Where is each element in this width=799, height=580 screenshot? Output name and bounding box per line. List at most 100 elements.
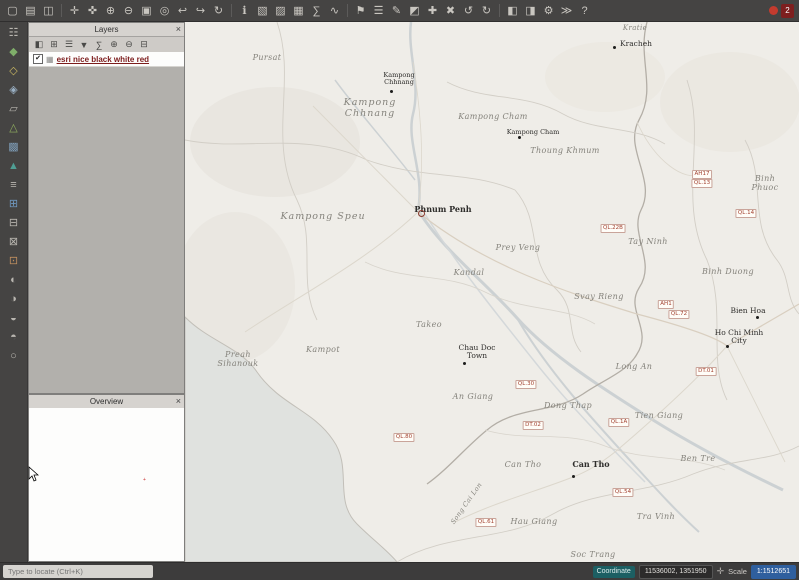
messages-badge[interactable]: 2: [781, 4, 794, 18]
extent-icon[interactable]: ✛: [717, 566, 725, 577]
coordinate-value[interactable]: 11536002, 1351950: [639, 565, 713, 579]
add-feature-icon[interactable]: ✚: [425, 2, 440, 20]
python-console-icon[interactable]: ≫: [559, 2, 574, 20]
filter-expression-icon[interactable]: ∑: [93, 40, 105, 50]
filter-legend-icon[interactable]: ▼: [78, 40, 90, 50]
overview-map[interactable]: [29, 408, 184, 561]
add-raster-layer-icon[interactable]: ▩: [5, 139, 23, 156]
new-spatialite-layer-icon[interactable]: ◈: [5, 82, 23, 99]
road-shield-label: DT.02: [523, 421, 544, 430]
zoom-full-icon[interactable]: ▣: [139, 2, 154, 20]
road-shield-label: QL.1A: [608, 418, 629, 427]
road-shield-label: DT.01: [696, 367, 717, 376]
add-delimited-text-icon[interactable]: ≡: [5, 177, 23, 194]
delete-selected-icon[interactable]: ✖: [443, 2, 458, 20]
field-calculator-icon[interactable]: ∑: [309, 2, 324, 20]
zoom-in-icon[interactable]: ⊕: [103, 2, 118, 20]
main-toolbar: ▢▤◫✛✜⊕⊖▣◎↩↪↻ℹ▧▨▦∑∿⚑☰✎◩✚✖↺↻◧◨⚙≫? 2: [0, 0, 799, 22]
data-source-manager-icon[interactable]: ☷: [5, 25, 23, 42]
new-geopackage-layer-icon[interactable]: ◆: [5, 44, 23, 61]
map-region-label: Preah Sihanouk: [217, 350, 258, 368]
layer-styling-panel-icon[interactable]: ◧: [33, 39, 45, 50]
map-region-label: Tien Giang: [635, 411, 683, 420]
map-town-marker: [463, 362, 466, 365]
notifications-icon[interactable]: [769, 6, 778, 15]
add-wcs-layer-icon[interactable]: ◑: [5, 291, 23, 308]
project-save-icon[interactable]: ◫: [41, 2, 56, 20]
refresh-map-icon[interactable]: ↻: [211, 2, 226, 20]
road-shield-label: QL.13: [691, 179, 712, 188]
style-manager-icon[interactable]: ◧: [505, 2, 520, 20]
add-wfs-layer-icon[interactable]: ◒: [5, 310, 23, 327]
undo-icon[interactable]: ↺: [461, 2, 476, 20]
add-mssql-layer-icon[interactable]: ⊠: [5, 234, 23, 251]
scale-value[interactable]: 1:1512651: [751, 565, 796, 579]
measure-line-icon[interactable]: ∿: [327, 2, 342, 20]
map-town-marker: [756, 316, 759, 319]
manage-map-themes-icon[interactable]: ☰: [63, 39, 75, 50]
layers-panel-toolbar: ◧⊞☰▼∑⊕⊖⊟: [29, 37, 184, 53]
save-edits-icon[interactable]: ◩: [407, 2, 422, 20]
map-town-label: Chau Doc Town: [459, 344, 496, 361]
layer-name[interactable]: esri nice black white red: [57, 55, 149, 64]
deselect-features-icon[interactable]: ▨: [273, 2, 288, 20]
map-region-label: Tay Ninh: [628, 237, 668, 246]
new-memory-layer-icon[interactable]: ▱: [5, 101, 23, 118]
close-icon[interactable]: ×: [176, 23, 181, 36]
layers-list: ▦ esri nice black white red: [29, 52, 184, 393]
zoom-last-icon[interactable]: ↩: [175, 2, 190, 20]
select-features-icon[interactable]: ▧: [255, 2, 270, 20]
map-region-label: Long An: [616, 362, 653, 371]
overview-panel: Overview ×: [28, 394, 185, 562]
collapse-all-icon[interactable]: ⊖: [123, 39, 135, 50]
map-region-label: Prey Veng: [496, 243, 541, 252]
zoom-next-icon[interactable]: ↪: [193, 2, 208, 20]
pan-to-selection-icon[interactable]: ✜: [85, 2, 100, 20]
map-region-label: Kampong Chhnang: [344, 98, 397, 120]
remove-layer-icon[interactable]: ⊟: [138, 39, 150, 50]
new-shapefile-layer-icon[interactable]: ◇: [5, 63, 23, 80]
add-wms-layer-icon[interactable]: ◐: [5, 272, 23, 289]
close-icon[interactable]: ×: [176, 395, 181, 408]
layers-panel-header[interactable]: Layers ×: [29, 23, 184, 37]
zoom-out-icon[interactable]: ⊖: [121, 2, 136, 20]
map-town-label: Kampong Cham: [507, 129, 560, 136]
status-bar: Coordinate 11536002, 1351950 ✛ Scale 1:1…: [0, 562, 799, 580]
coordinate-label: Coordinate: [593, 566, 635, 578]
redo-icon[interactable]: ↻: [479, 2, 494, 20]
add-virtual-layer-icon[interactable]: ○: [5, 348, 23, 365]
overview-panel-header[interactable]: Overview ×: [29, 395, 184, 409]
help-icon[interactable]: ?: [577, 2, 592, 20]
new-bookmark-icon[interactable]: ⚑: [353, 2, 368, 20]
add-spatialite-layer-icon[interactable]: ⊟: [5, 215, 23, 232]
layer-item[interactable]: ▦ esri nice black white red: [29, 52, 184, 67]
separator[interactable]: [347, 4, 348, 17]
expand-all-icon[interactable]: ⊕: [108, 39, 120, 50]
add-oracle-layer-icon[interactable]: ⊡: [5, 253, 23, 270]
map-region-label: Tra Vinh: [637, 512, 675, 521]
add-mesh-layer-icon[interactable]: ▲: [5, 158, 23, 175]
separator[interactable]: [61, 4, 62, 17]
project-open-icon[interactable]: ▤: [23, 2, 38, 20]
show-bookmarks-icon[interactable]: ☰: [371, 2, 386, 20]
map-town-marker: [390, 90, 393, 93]
attribute-table-icon[interactable]: ▦: [291, 2, 306, 20]
zoom-to-selection-icon[interactable]: ◎: [157, 2, 172, 20]
road-shield-label: QL.80: [393, 433, 414, 442]
pan-map-icon[interactable]: ✛: [67, 2, 82, 20]
map-town-label: Ho Chi Minh City: [715, 329, 764, 346]
add-vector-layer-icon[interactable]: △: [5, 120, 23, 137]
project-new-icon[interactable]: ▢: [5, 2, 20, 20]
identify-features-icon[interactable]: ℹ: [237, 2, 252, 20]
add-group-icon[interactable]: ⊞: [48, 39, 60, 50]
toggle-editing-icon[interactable]: ✎: [389, 2, 404, 20]
layer-visibility-checkbox[interactable]: [33, 54, 43, 64]
processing-toolbox-icon[interactable]: ⚙: [541, 2, 556, 20]
map-canvas[interactable]: KratiePursatKampong ChhnangKampong ChamT…: [185, 22, 799, 562]
locator-input[interactable]: [3, 565, 153, 578]
add-arcgis-layer-icon[interactable]: ◓: [5, 329, 23, 346]
add-postgis-layer-icon[interactable]: ⊞: [5, 196, 23, 213]
separator[interactable]: [499, 4, 500, 17]
separator[interactable]: [231, 4, 232, 17]
layer-styling-icon[interactable]: ◨: [523, 2, 538, 20]
